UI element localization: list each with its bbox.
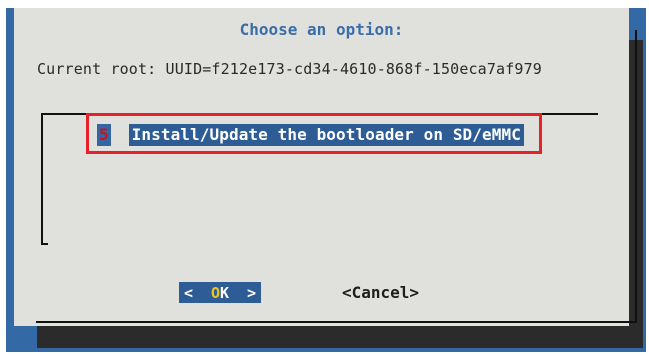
ok-label-rest: K [220,283,230,302]
current-root-info: Current root: UUID=f212e173-cd34-4610-86… [37,60,542,78]
menu-top-border [41,113,598,115]
ok-button[interactable]: < OK > [179,282,261,303]
menu-bottom-border [41,243,48,245]
menu-item-label: Install/Update the bootloader on SD/eMMC [128,124,524,146]
ok-right-bracket: > [246,283,256,302]
menu-item-tag: 5 [97,124,111,146]
menu-item-install-bootloader[interactable]: 5 Install/Update the bootloader on SD/eM… [97,124,524,146]
ok-hotkey: O [210,283,220,302]
cancel-button[interactable]: <Cancel> [342,283,419,302]
ok-label: OK [211,284,229,302]
ok-left-bracket: < [184,283,194,302]
dialog-title: Choose an option: [239,20,404,39]
menu-left-border [41,113,43,245]
